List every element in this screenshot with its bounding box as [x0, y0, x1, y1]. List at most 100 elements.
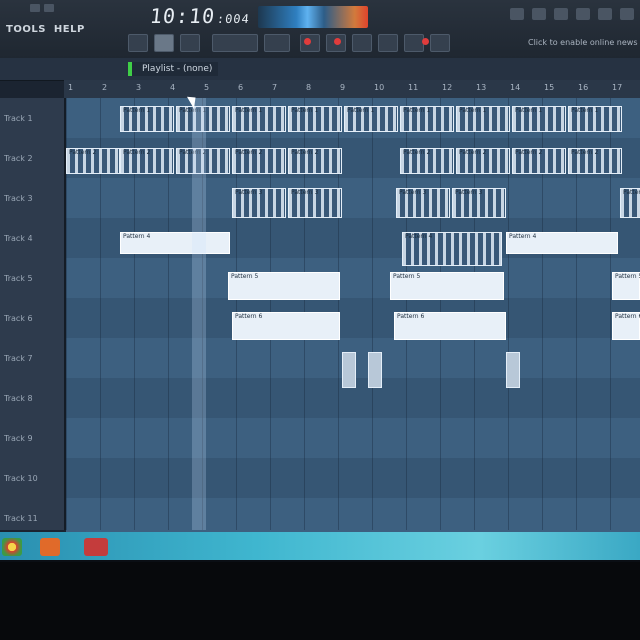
pattern-clip[interactable]: Pattern 1 [232, 106, 286, 132]
pattern-selector[interactable] [264, 34, 290, 52]
pattern-clip[interactable]: Pattern 2 [288, 148, 342, 174]
track-row[interactable] [66, 178, 640, 218]
pattern-clip-label: Pattern 6 [615, 313, 640, 320]
track-row[interactable] [66, 418, 640, 458]
track-label[interactable]: Track 7 [4, 354, 33, 363]
pattern-clip[interactable]: Pattern 2 [120, 148, 174, 174]
pattern-clip[interactable]: Pattern 4 [120, 232, 230, 254]
track-row[interactable] [66, 298, 640, 338]
pattern-clip[interactable]: Pattern 4 [402, 232, 502, 266]
pattern-clip[interactable]: Pattern 3 [232, 188, 286, 218]
pattern-clip[interactable]: Pattern 6 [394, 312, 506, 340]
plugin-icon [620, 8, 634, 20]
waveform-monitor [258, 6, 368, 28]
pattern-clip[interactable]: Pattern 1 [568, 106, 622, 132]
ruler-tick: 11 [408, 83, 419, 92]
pattern-clip-label: Pattern 3 [399, 189, 427, 196]
pattern-clip-label: Pattern 1 [571, 107, 599, 114]
track-label[interactable]: Track 5 [4, 274, 33, 283]
loop-icon[interactable] [404, 34, 424, 52]
playlist-title[interactable]: Playlist - (none) [128, 62, 219, 76]
track-label[interactable]: Track 4 [4, 234, 33, 243]
pattern-clip-label: Pattern 2 [69, 149, 97, 156]
pattern-clip-label: Pattern 3 [291, 189, 319, 196]
track-sidebar: Track 1 Track 2 Track 3 Track 4 Track 5 Track… [0, 98, 66, 530]
pattern-clip[interactable]: Pattern 2 [456, 148, 510, 174]
led-icon [422, 38, 429, 45]
timeline-ruler[interactable]: 1 2 3 4 5 6 7 8 9 10 11 12 13 14 15 16 17 [64, 80, 640, 99]
track-row[interactable] [66, 458, 640, 498]
track-row[interactable] [66, 258, 640, 298]
tempo-display[interactable] [212, 34, 258, 52]
mixer-icon[interactable] [430, 34, 450, 52]
pattern-clip[interactable]: Pattern 2 [400, 148, 454, 174]
pattern-clip[interactable]: Pattern 3 [620, 188, 640, 218]
metronome-icon[interactable] [378, 34, 398, 52]
pattern-clip[interactable] [342, 352, 356, 388]
pattern-clip-label: Pattern 2 [235, 149, 263, 156]
pattern-clip-label: Pattern 2 [403, 149, 431, 156]
pattern-clip[interactable]: Pattern 1 [288, 106, 342, 132]
pattern-clip-label: Pattern 2 [123, 149, 151, 156]
pattern-clip[interactable]: Pattern 2 [232, 148, 286, 174]
pattern-clip[interactable]: Pattern 2 [568, 148, 622, 174]
pattern-clip[interactable]: Pattern 1 [456, 106, 510, 132]
menu-tools[interactable]: TOOLS [6, 24, 46, 35]
pattern-clip[interactable]: Pattern 2 [66, 148, 120, 174]
pattern-clip-label: Pattern 1 [403, 107, 431, 114]
pattern-clip[interactable] [506, 352, 520, 388]
pattern-clip-label: Pattern 1 [291, 107, 319, 114]
pattern-clip[interactable] [368, 352, 382, 388]
transport-buttons[interactable] [128, 34, 200, 52]
pattern-clip[interactable]: Pattern 1 [400, 106, 454, 132]
pattern-clip[interactable]: Pattern 1 [344, 106, 398, 132]
track-label[interactable]: Track 8 [4, 394, 33, 403]
pattern-clip-label: Pattern 2 [571, 149, 599, 156]
track-label[interactable]: Track 11 [4, 514, 38, 523]
tempo-buttons[interactable] [212, 34, 290, 52]
track-label[interactable]: Track 2 [4, 154, 33, 163]
magnet-icon[interactable] [352, 34, 372, 52]
play-icon[interactable] [154, 34, 174, 52]
ruler-tick: 1 [68, 83, 74, 92]
pattern-clip-label: Pattern 4 [509, 233, 537, 240]
menu-help[interactable]: HELP [54, 24, 85, 35]
stop-icon[interactable] [180, 34, 200, 52]
record-led-icon [304, 38, 311, 45]
pattern-song-toggle-icon[interactable] [128, 34, 148, 52]
track-label[interactable]: Track 10 [4, 474, 38, 483]
ruler-tick: 10 [374, 83, 385, 92]
screen: TOOLS HELP 10:10:004 Click to enable onl… [0, 0, 640, 560]
pattern-clip[interactable]: Pattern 5 [612, 272, 640, 300]
pattern-clip-label: Pattern 6 [397, 313, 425, 320]
pattern-clip[interactable]: Pattern 6 [232, 312, 340, 340]
playhead[interactable] [192, 98, 206, 530]
song-time-display[interactable]: 10:10:004 [149, 4, 252, 28]
track-label[interactable]: Track 6 [4, 314, 33, 323]
pattern-clip[interactable]: Pattern 2 [512, 148, 566, 174]
ruler-tick: 13 [476, 83, 487, 92]
pattern-clip[interactable]: Pattern 6 [612, 312, 640, 340]
pattern-clip[interactable]: Pattern 3 [452, 188, 506, 218]
window-panels[interactable] [510, 8, 634, 20]
media-icon[interactable] [40, 538, 60, 556]
pattern-clip[interactable]: Pattern 5 [228, 272, 340, 300]
monitor-bezel [0, 562, 640, 640]
online-news-hint[interactable]: Click to enable online news [528, 38, 638, 47]
track-label[interactable]: Track 3 [4, 194, 33, 203]
pattern-clip[interactable]: Pattern 1 [512, 106, 566, 132]
window-buttons[interactable] [30, 4, 54, 12]
fl-studio-icon[interactable] [84, 538, 108, 556]
ruler-tick: 8 [306, 83, 312, 92]
pattern-clip[interactable]: Pattern 3 [288, 188, 342, 218]
ruler-tick: 9 [340, 83, 346, 92]
track-label[interactable]: Track 9 [4, 434, 33, 443]
track-label[interactable]: Track 1 [4, 114, 33, 123]
chrome-icon[interactable] [2, 538, 22, 556]
ruler-tick: 4 [170, 83, 176, 92]
pattern-clip[interactable]: Pattern 1 [120, 106, 174, 132]
pattern-clip[interactable]: Pattern 3 [396, 188, 450, 218]
playlist-grid[interactable]: Pattern 1 Pattern 1 Pattern 1 Pattern 1 Patt… [66, 98, 640, 538]
pattern-clip[interactable]: Pattern 4 [506, 232, 618, 254]
pattern-clip[interactable]: Pattern 5 [390, 272, 504, 300]
